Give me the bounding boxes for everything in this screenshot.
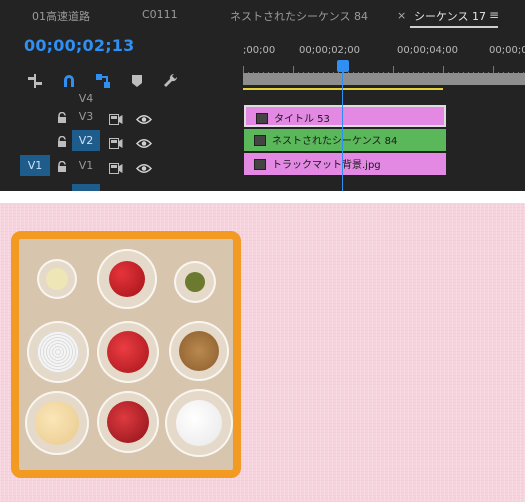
track-v2: V2 ネストされたシーケンス 84 (0, 128, 525, 152)
source-patch-v1[interactable]: V1 (20, 155, 50, 176)
clip-label: トラックマット背景.jpg (272, 160, 381, 171)
lock-icon[interactable] (57, 133, 67, 147)
track-v3: V3 タイトル 53 (0, 104, 525, 128)
clip-track-matte-background[interactable]: トラックマット背景.jpg (244, 153, 446, 175)
film-icon[interactable] (109, 134, 123, 149)
track-name[interactable]: V1 (72, 155, 100, 176)
lock-icon[interactable] (57, 109, 67, 123)
track-header: V3 (0, 104, 243, 128)
ruler-label: 00;00;04;00 (397, 45, 459, 56)
film-icon[interactable] (109, 110, 123, 125)
clip-title-53[interactable]: タイトル 53 (244, 105, 446, 127)
clip-label: タイトル 53 (274, 114, 330, 125)
track-name-partial[interactable] (72, 184, 100, 191)
ruler-label: 00;00;06;00 (489, 45, 525, 56)
fx-icon (254, 135, 266, 146)
bowl (169, 321, 229, 381)
eye-icon[interactable] (135, 134, 153, 148)
sequence-tabs: 01高速道路 C0111 ネストされたシーケンス 84 × シーケンス 17 ≡ (0, 0, 525, 30)
lock-icon[interactable] (57, 158, 67, 172)
divider (0, 191, 525, 203)
track-name[interactable]: V2 (72, 130, 100, 151)
track-header (0, 180, 243, 191)
track-name[interactable]: V3 (72, 106, 100, 127)
bowl (27, 321, 89, 383)
clip-nested-sequence-84[interactable]: ネストされたシーケンス 84 (244, 129, 446, 151)
bowl (97, 321, 159, 383)
tab-sequence-17[interactable]: シーケンス 17 (414, 8, 486, 24)
food-bowls-photo (11, 231, 241, 478)
work-area-bar[interactable] (243, 73, 525, 85)
eye-icon[interactable] (135, 159, 153, 173)
track-a1-partial (0, 180, 525, 191)
playhead-handle[interactable] (337, 60, 349, 72)
panel-menu-icon[interactable]: ≡ (489, 8, 499, 22)
fx-icon (256, 113, 268, 124)
playhead-line (342, 72, 343, 191)
track-v1: V1 V1 トラックマット背景.jpg (0, 153, 525, 177)
bowl (97, 391, 159, 453)
bowl (174, 261, 216, 303)
tab-01-highway[interactable]: 01高速道路 (32, 8, 90, 24)
timeline-panel: 01高速道路 C0111 ネストされたシーケンス 84 × シーケンス 17 ≡… (0, 0, 525, 191)
bowl (37, 259, 77, 299)
track-header: V1 V1 (0, 153, 243, 177)
playhead-timecode[interactable]: 00;00;02;13 (24, 36, 134, 55)
bowl (97, 249, 157, 309)
ruler-label: ;00;00 (243, 45, 276, 56)
tab-nested-sequence-84[interactable]: ネストされたシーケンス 84 (230, 8, 368, 24)
fx-icon (254, 159, 266, 170)
close-tab-icon[interactable]: × (397, 9, 406, 22)
bowl (25, 391, 89, 455)
ruler-label: 00;00;02;00 (299, 45, 361, 56)
track-header: V2 (0, 128, 243, 152)
active-tab-underline (410, 26, 498, 28)
tab-c0111[interactable]: C0111 (142, 8, 178, 21)
clip-label: ネストされたシーケンス 84 (272, 136, 398, 147)
film-icon[interactable] (109, 159, 123, 174)
bowl (165, 389, 233, 457)
eye-icon[interactable] (135, 110, 153, 124)
